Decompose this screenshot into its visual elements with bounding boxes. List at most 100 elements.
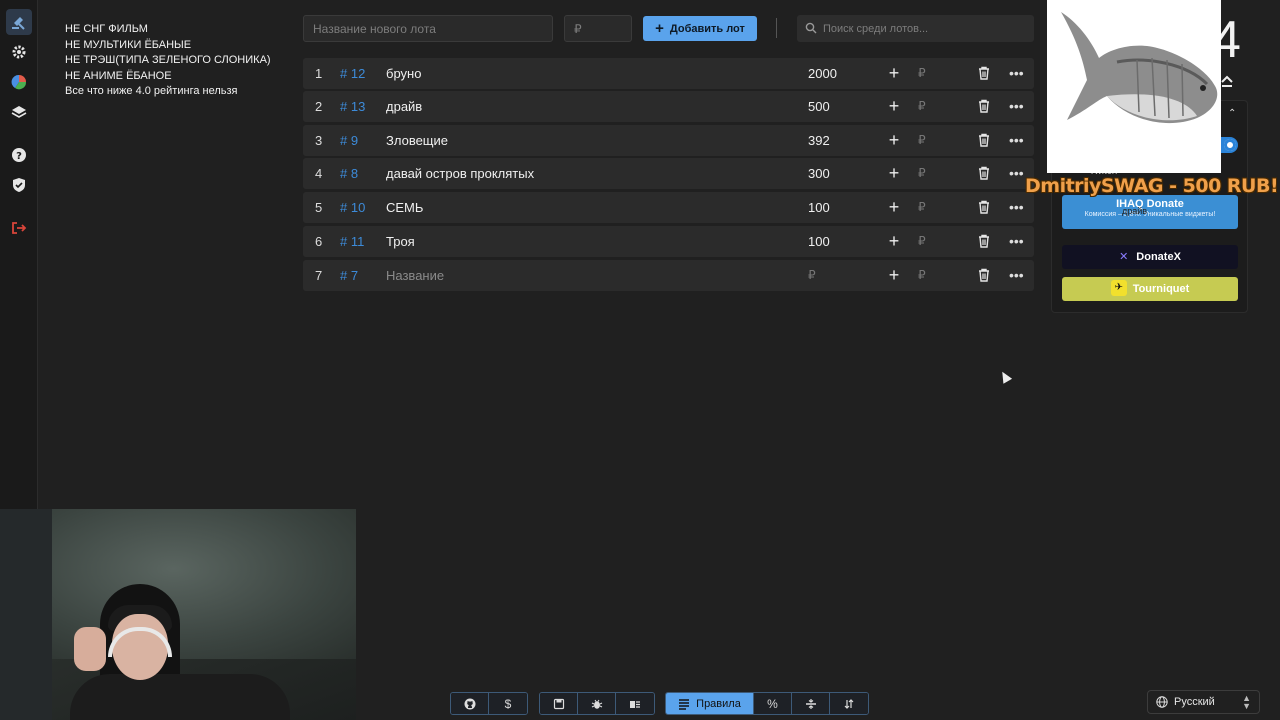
gavel-icon[interactable]	[6, 9, 32, 35]
lot-amount[interactable]: 300	[808, 158, 830, 189]
sort-icon[interactable]	[830, 693, 868, 714]
lot-name[interactable]: Троя	[386, 226, 415, 257]
rule-line: НЕ АНИМЕ ЁБАНОЕ	[65, 69, 172, 82]
save-icon[interactable]	[540, 693, 578, 714]
add-amount-icon[interactable]: +	[887, 192, 901, 223]
lot-id[interactable]: # 12	[340, 58, 365, 89]
tourniquet-button[interactable]: ✈ Tourniquet	[1062, 277, 1238, 301]
rule-line: НЕ СНГ ФИЛЬМ	[65, 23, 148, 35]
lot-row[interactable]: 4 # 8 давай остров проклятых 300 + ₽ •••	[303, 158, 1034, 189]
lot-amount[interactable]: 500	[808, 91, 830, 122]
rule-line: Все что ниже 4.0 рейтинга нельзя	[65, 85, 238, 98]
add-amount-icon[interactable]: +	[887, 91, 901, 122]
add-amount-icon[interactable]: +	[887, 158, 901, 189]
lot-id[interactable]: # 7	[340, 260, 358, 291]
add-amount-icon[interactable]: +	[887, 226, 901, 257]
gear-icon[interactable]	[6, 39, 32, 65]
lot-amount[interactable]: 2000	[808, 58, 837, 89]
lot-name[interactable]: бруно	[386, 58, 421, 89]
lot-row[interactable]: 1 # 12 бруно 2000 + ₽ •••	[303, 58, 1034, 89]
add-amount-currency[interactable]: ₽	[918, 58, 926, 89]
logout-icon[interactable]	[6, 215, 32, 241]
shield-check-icon[interactable]	[6, 172, 32, 198]
lot-row[interactable]: 5 # 10 СЕМЬ 100 + ₽ •••	[303, 192, 1034, 223]
trash-icon[interactable]	[977, 166, 991, 180]
donatex-label: DonateX	[1136, 251, 1181, 263]
more-icon[interactable]: •••	[1009, 125, 1024, 156]
bottom-group-actions	[539, 692, 655, 715]
more-icon[interactable]: •••	[1009, 58, 1024, 89]
collapse-icon[interactable]	[1219, 72, 1235, 88]
lot-row-empty[interactable]: 7 # 7 Название ₽ + ₽ •••	[303, 260, 1034, 291]
ihaq-subtitle: Комиссия – 3,8%. Уникальные виджеты!	[1084, 211, 1216, 218]
github-icon[interactable]	[451, 693, 489, 714]
rule-line: НЕ ТРЭШ(ТИПА ЗЕЛЕНОГО СЛОНИКА)	[65, 54, 271, 67]
lot-amount[interactable]: 392	[808, 125, 830, 156]
lot-id[interactable]: # 9	[340, 125, 358, 156]
add-amount-currency[interactable]: ₽	[918, 226, 926, 257]
add-amount-currency[interactable]: ₽	[918, 192, 926, 223]
trash-icon[interactable]	[977, 268, 991, 282]
rules-button[interactable]: Правила	[666, 693, 754, 714]
lot-name-placeholder[interactable]: Название	[386, 260, 444, 291]
globe-icon	[1156, 696, 1168, 708]
lot-search[interactable]	[797, 15, 1034, 42]
lot-row[interactable]: 6 # 11 Троя 100 + ₽ •••	[303, 226, 1034, 257]
lot-amount-placeholder[interactable]: ₽	[808, 260, 816, 291]
trash-icon[interactable]	[977, 200, 991, 214]
new-lot-price-input[interactable]	[564, 15, 632, 42]
layers-icon[interactable]	[6, 99, 32, 125]
mouse-cursor	[997, 369, 1013, 384]
add-amount-currency[interactable]: ₽	[918, 260, 926, 291]
add-amount-icon[interactable]: +	[887, 260, 901, 291]
lot-id[interactable]: # 13	[340, 91, 365, 122]
chevron-up-icon[interactable]: ⌃	[1228, 108, 1236, 119]
lot-index: 2	[315, 99, 323, 114]
bottom-group-links: $	[450, 692, 528, 715]
more-icon[interactable]: •••	[1009, 226, 1024, 257]
language-label: Русский	[1174, 696, 1215, 708]
add-amount-currency[interactable]: ₽	[918, 158, 926, 189]
add-lot-label: Добавить лот	[669, 22, 745, 35]
add-amount-currency[interactable]: ₽	[918, 125, 926, 156]
lot-index: 6	[315, 234, 323, 249]
search-input[interactable]	[823, 15, 1028, 42]
trash-icon[interactable]	[977, 66, 991, 80]
lot-row[interactable]: 3 # 9 Зловещие 392 + ₽ •••	[303, 125, 1034, 156]
add-lot-button[interactable]: + Добавить лот	[643, 16, 757, 41]
lot-amount[interactable]: 100	[808, 226, 830, 257]
help-icon[interactable]: ?	[6, 142, 32, 168]
add-amount-icon[interactable]: +	[887, 125, 901, 156]
lot-name[interactable]: Зловещие	[386, 125, 448, 156]
percent-icon[interactable]: %	[754, 693, 792, 714]
compress-icon[interactable]	[792, 693, 830, 714]
ihaq-donate-button[interactable]: IHAQ Donate Комиссия – 3,8%. Уникальные …	[1062, 195, 1238, 229]
add-amount-currency[interactable]: ₽	[918, 91, 926, 122]
trash-icon[interactable]	[977, 99, 991, 113]
lot-id[interactable]: # 11	[340, 226, 364, 257]
lot-id[interactable]: # 10	[340, 192, 365, 223]
lot-id[interactable]: # 8	[340, 158, 358, 189]
fish-image	[1047, 0, 1221, 173]
bug-icon[interactable]	[578, 693, 616, 714]
lot-name[interactable]: давай остров проклятых	[386, 158, 534, 189]
more-icon[interactable]: •••	[1009, 158, 1024, 189]
more-icon[interactable]: •••	[1009, 260, 1024, 291]
dollar-icon[interactable]: $	[489, 693, 527, 714]
language-select[interactable]: Русский ▲ ▼	[1147, 690, 1260, 714]
add-amount-icon[interactable]: +	[887, 58, 901, 89]
more-icon[interactable]: •••	[1009, 91, 1024, 122]
more-icon[interactable]: •••	[1009, 192, 1024, 223]
lot-name[interactable]: СЕМЬ	[386, 192, 423, 223]
trash-icon[interactable]	[977, 234, 991, 248]
donatex-button[interactable]: ✕ DonateX	[1062, 245, 1238, 269]
lot-row[interactable]: 2 # 13 драйв 500 + ₽ •••	[303, 91, 1034, 122]
lot-name[interactable]: драйв	[386, 91, 422, 122]
trash-icon[interactable]	[977, 133, 991, 147]
clear-list-icon[interactable]	[616, 693, 654, 714]
new-lot-name-input[interactable]	[303, 15, 553, 42]
svg-text:?: ?	[16, 151, 22, 162]
lot-amount[interactable]: 100	[808, 192, 830, 223]
pie-chart-icon[interactable]	[6, 69, 32, 95]
ihaq-title: IHAQ Donate	[1116, 198, 1184, 210]
